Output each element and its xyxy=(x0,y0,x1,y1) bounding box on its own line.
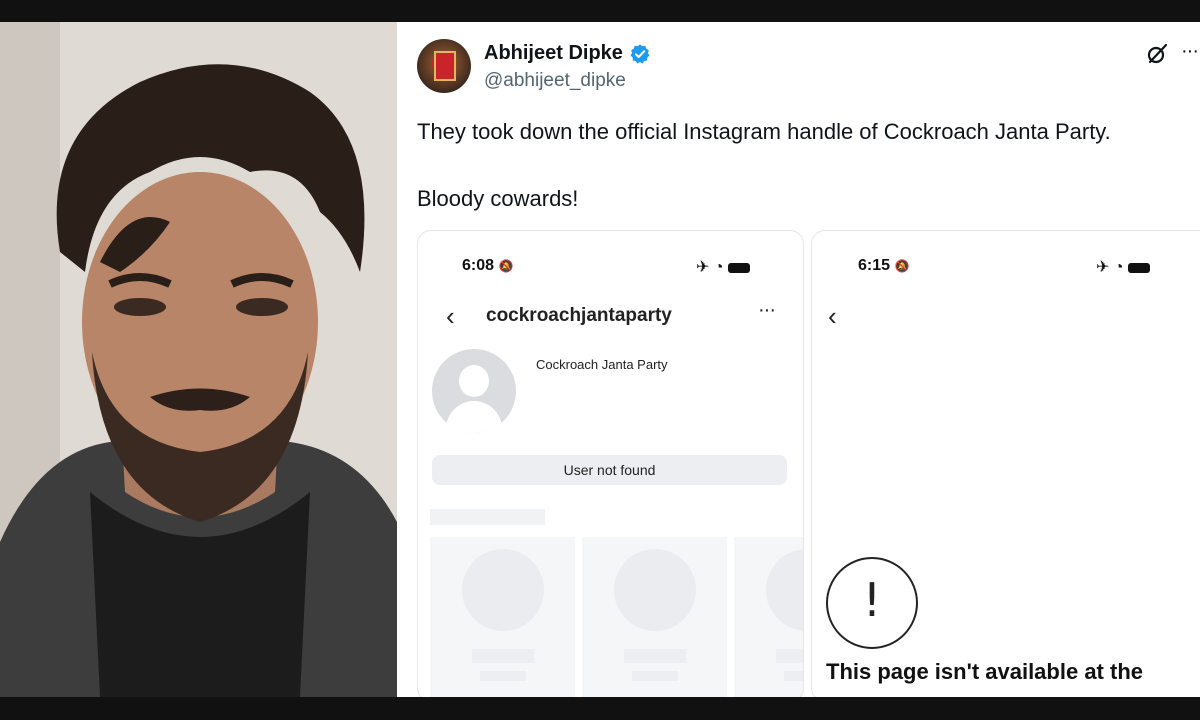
tweet-text-line-2: Bloody cowards! xyxy=(417,186,579,211)
exclamation-icon: ! xyxy=(826,557,918,649)
ig-username: cockroachjantaparty xyxy=(486,305,672,326)
attached-screenshot-2[interactable]: 6:15 🔕 ✈ ◔ ‹ ! This page isn't available… xyxy=(811,230,1200,697)
back-chevron-icon[interactable]: ‹ xyxy=(446,301,455,332)
loading-placeholder-line xyxy=(430,509,545,525)
loading-placeholder-tile xyxy=(734,537,803,697)
author-name[interactable]: Abhijeet Dipke xyxy=(484,42,623,65)
attached-screenshot-1[interactable]: 6:08 🔕 ✈ ◔ ‹ cockroachjantaparty ··· Coc… xyxy=(417,230,804,697)
letterbox-top xyxy=(0,0,1200,22)
status-icons: ✈ ◔ xyxy=(696,257,750,277)
status-icons: ✈ ◔ xyxy=(1096,257,1150,277)
loading-placeholder-tile xyxy=(430,537,575,697)
verified-badge-icon xyxy=(630,43,650,64)
loading-placeholder-tile xyxy=(582,537,727,697)
ig-more-options-icon[interactable]: ··· xyxy=(758,299,776,322)
grok-icon[interactable] xyxy=(1145,42,1169,66)
profile-picture-placeholder xyxy=(432,349,516,433)
more-options-icon[interactable]: ··· xyxy=(1181,40,1199,63)
tweet-text-line-1: They took down the official Instagram ha… xyxy=(417,119,1111,144)
ig-full-name: Cockroach Janta Party xyxy=(536,357,668,372)
status-time: 6:08 🔕 xyxy=(462,257,514,274)
author-avatar[interactable] xyxy=(417,39,471,93)
user-not-found-button[interactable]: User not found xyxy=(432,455,787,485)
tweet-card: Abhijeet Dipke @abhijeet_dipke ··· They … xyxy=(397,22,1200,697)
status-time: 6:15 🔕 xyxy=(858,257,910,274)
back-chevron-icon[interactable]: ‹ xyxy=(828,301,837,332)
letterbox-bottom xyxy=(0,697,1200,720)
author-name-row: Abhijeet Dipke xyxy=(484,42,651,65)
author-handle[interactable]: @abhijeet_dipke xyxy=(484,70,626,92)
page-unavailable-message: This page isn't available at the xyxy=(826,659,1143,684)
person-photo xyxy=(0,22,397,697)
